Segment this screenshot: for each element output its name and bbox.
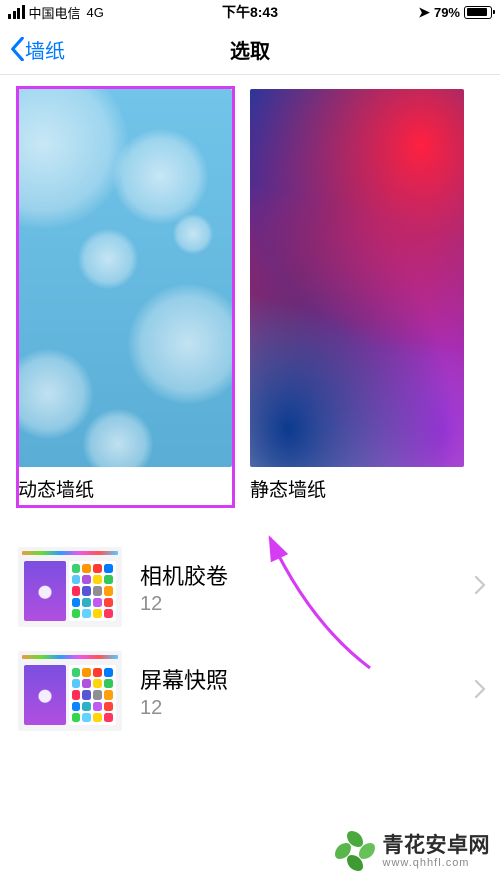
album-count: 12 <box>140 593 228 616</box>
dynamic-wallpaper-thumb <box>18 89 232 467</box>
network-label: 4G <box>87 5 104 20</box>
tile-dynamic-wallpaper[interactable]: 动态墙纸 <box>18 89 232 502</box>
back-button[interactable]: 墙纸 <box>10 35 65 64</box>
album-row-camera-roll[interactable]: 相机胶卷 12 <box>0 540 500 634</box>
album-thumbnail <box>18 651 122 731</box>
chevron-right-icon <box>475 576 486 599</box>
album-title: 相机胶卷 <box>140 559 228 591</box>
status-left-cluster: 中国电信 4G <box>8 3 104 22</box>
home-mini-icons <box>69 561 117 621</box>
album-text-group: 相机胶卷 12 <box>140 559 228 616</box>
album-count: 12 <box>140 697 228 720</box>
status-right-cluster: ➤ 79% <box>418 4 492 21</box>
tile-static-wallpaper[interactable]: 静态墙纸 <box>250 89 464 502</box>
signal-strength-icon <box>8 5 25 19</box>
status-bar: 中国电信 4G 下午8:43 ➤ 79% <box>0 0 500 24</box>
album-thumbnail <box>18 547 122 627</box>
home-mini-icons <box>69 665 117 725</box>
tile-static-label: 静态墙纸 <box>250 475 464 502</box>
watermark-text: 青花安卓网 www.qhhfl.com <box>383 835 491 870</box>
watermark: 青花安卓网 www.qhhfl.com <box>335 831 491 873</box>
page-title: 选取 <box>0 35 500 64</box>
battery-percentage: 79% <box>434 5 460 20</box>
static-wallpaper-thumb <box>250 89 464 467</box>
watermark-url: www.qhhfl.com <box>383 858 491 870</box>
tile-dynamic-label: 动态墙纸 <box>18 475 232 502</box>
album-row-screenshots[interactable]: 屏幕快照 12 <box>0 644 500 738</box>
album-list: 相机胶卷 12 屏幕快照 12 <box>0 540 500 738</box>
chevron-left-icon <box>10 37 25 61</box>
chevron-right-icon <box>475 680 486 703</box>
carrier-label: 中国电信 <box>29 3 81 22</box>
watermark-name: 青花安卓网 <box>383 835 491 857</box>
album-text-group: 屏幕快照 12 <box>140 663 228 720</box>
battery-icon <box>464 6 492 19</box>
location-icon: ➤ <box>418 4 430 21</box>
album-title: 屏幕快照 <box>140 663 228 695</box>
wallpaper-category-grid: 动态墙纸 静态墙纸 <box>0 75 500 502</box>
watermark-logo-icon <box>335 831 377 873</box>
back-label: 墙纸 <box>25 35 65 64</box>
nav-bar: 墙纸 选取 <box>0 24 500 74</box>
